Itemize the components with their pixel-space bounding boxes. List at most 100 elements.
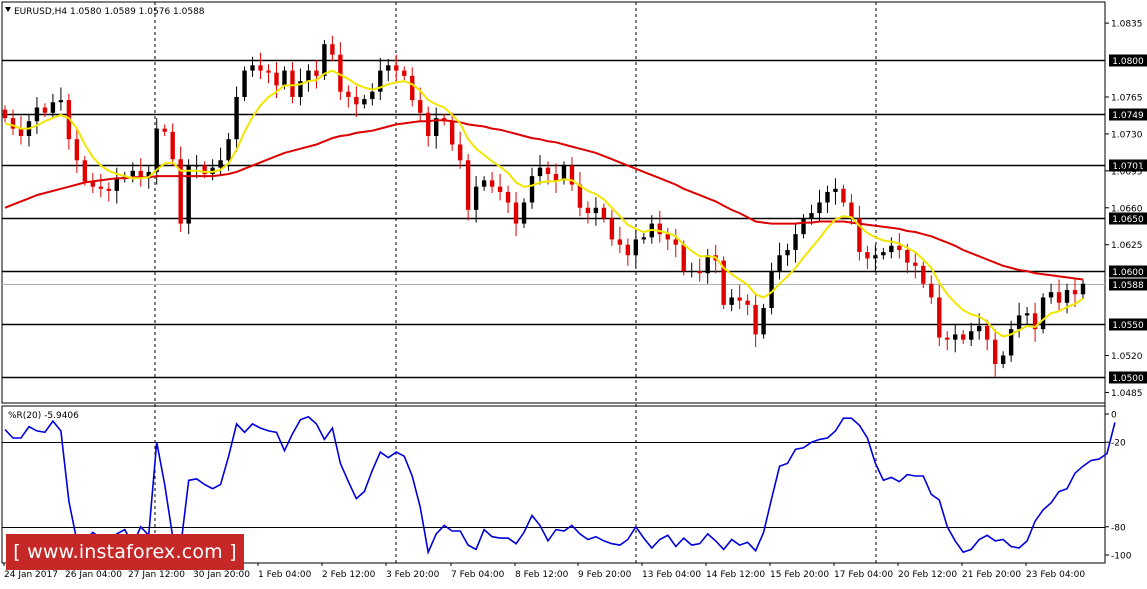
candle-body-up — [1048, 292, 1054, 298]
candle-body-down — [346, 91, 351, 97]
time-tick-label: 21 Feb 20:00 — [962, 570, 1021, 580]
candle-body-down — [673, 239, 678, 245]
time-tick-label: 9 Feb 20:00 — [578, 570, 632, 580]
candle-body-up — [633, 239, 639, 256]
candle-body-up — [593, 207, 599, 214]
candle-body-up — [481, 180, 487, 187]
candle-body-down — [865, 252, 870, 259]
candle-body-down — [418, 100, 423, 113]
candle-body-up — [825, 191, 830, 203]
candle-body-down — [545, 167, 551, 175]
candle-body-up — [114, 178, 119, 191]
candle-body-up — [976, 325, 982, 332]
candle-body-up — [154, 128, 159, 172]
time-tick-label: 14 Feb 12:00 — [706, 570, 765, 580]
candle-body-up — [322, 44, 327, 76]
time-tick-label: 26 Jan 04:00 — [65, 570, 122, 580]
candle-body-down — [1056, 292, 1062, 303]
candle-body-down — [402, 70, 407, 76]
level-tag-label: 1.0800 — [1112, 57, 1144, 67]
current-price-tag-label: 1.0588 — [1112, 281, 1144, 291]
chart-area: 1.08001.07491.07011.06501.06001.05501.05… — [0, 0, 1147, 585]
candle-body-up — [833, 188, 838, 192]
price-tick-label: 1.0730 — [1111, 130, 1143, 140]
candle-body-down — [961, 334, 966, 340]
candle-body-down — [489, 180, 495, 187]
candle-body-down — [665, 234, 670, 240]
candle-body-up — [1064, 290, 1070, 303]
candle-body-up — [817, 202, 822, 214]
williams-r-tick-label: -20 — [1111, 439, 1126, 449]
time-tick-label: 1 Feb 04:00 — [258, 570, 312, 580]
candle-body-down — [457, 144, 463, 161]
candle-body-up — [529, 176, 535, 203]
candle-body-up — [705, 255, 710, 274]
candle-body-down — [314, 70, 319, 76]
candle-body-up — [1040, 297, 1046, 330]
candle-body-down — [849, 202, 854, 219]
candle-body-down — [18, 128, 24, 137]
candle-body-down — [585, 207, 591, 214]
price-chart-header: EURUSD,H4 1.0580 1.0589 1.0576 1.0588 — [14, 7, 205, 17]
candle-body-up — [561, 165, 567, 181]
williams-r-tick-label: -100 — [1111, 552, 1132, 562]
williams-r-tick-label: 0 — [1111, 411, 1117, 421]
candle-body-down — [697, 271, 702, 274]
candle-body-up — [234, 96, 239, 140]
level-tag-label: 1.0550 — [1112, 321, 1144, 331]
time-tick-label: 7 Feb 04:00 — [451, 570, 505, 580]
candle-body-down — [74, 139, 80, 161]
candle-body-down — [937, 297, 942, 338]
candle-body-down — [2, 109, 8, 119]
time-tick-label: 8 Feb 12:00 — [515, 570, 569, 580]
candle-body-up — [1000, 355, 1006, 364]
candle-body-down — [98, 186, 104, 189]
candle-body-up — [194, 165, 199, 167]
instaforex-watermark: [ www.instaforex.com ] — [6, 534, 244, 570]
candle-body-down — [513, 202, 519, 224]
candle-body-up — [282, 70, 287, 86]
level-tag-label: 1.0749 — [1112, 111, 1144, 121]
level-tag-label: 1.0500 — [1112, 374, 1144, 384]
candle-body-down — [426, 112, 431, 137]
candle-body-down — [170, 131, 175, 160]
candle-body-down — [354, 96, 359, 105]
candle-body-up — [793, 234, 798, 250]
candle-body-up — [889, 245, 894, 253]
candle-body-up — [473, 186, 479, 210]
candle-body-down — [609, 218, 615, 240]
candle-body-up — [785, 249, 790, 256]
candle-body-up — [362, 99, 367, 105]
price-tick-label: 1.0765 — [1111, 93, 1143, 103]
time-tick-label: 2 Feb 12:00 — [322, 570, 376, 580]
candle-body-down — [625, 244, 631, 256]
candle-body-down — [106, 188, 112, 191]
candle-body-up — [969, 331, 974, 340]
candle-body-down — [657, 223, 662, 235]
candle-body-down — [617, 239, 623, 245]
candle-body-down — [274, 72, 279, 86]
candle-body-down — [913, 262, 918, 266]
candle-body-down — [984, 325, 990, 340]
candle-body-up — [306, 70, 311, 82]
candle-body-up — [881, 252, 886, 256]
time-tick-label: 27 Jan 12:00 — [128, 570, 185, 580]
candle-body-up — [953, 334, 958, 340]
candle-body-up — [537, 167, 543, 177]
time-tick-label: 20 Feb 12:00 — [898, 570, 957, 580]
candle-body-up — [873, 255, 878, 259]
candle-body-down — [162, 128, 167, 132]
candle-body-down — [449, 121, 455, 145]
price-tick-label: 1.0625 — [1111, 241, 1143, 251]
candle-body-down — [1072, 290, 1078, 295]
candle-body-down — [921, 265, 926, 284]
candle-body-down — [497, 186, 503, 192]
candle-body-down — [394, 65, 399, 71]
candle-body-up — [801, 218, 806, 235]
candle-body-up — [370, 91, 375, 100]
candle-body-down — [905, 249, 910, 263]
candle-body-up — [1024, 313, 1030, 316]
candle-body-up — [34, 107, 40, 122]
candle-body-up — [186, 165, 191, 224]
candle-body-down — [992, 339, 998, 364]
